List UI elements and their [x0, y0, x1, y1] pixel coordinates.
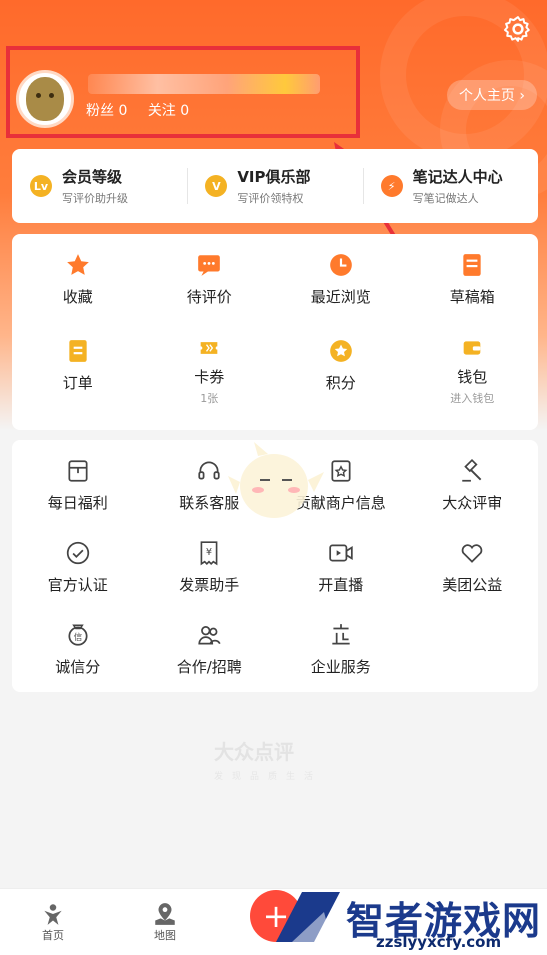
pending-review-entry[interactable]: 待评价	[144, 234, 276, 320]
member-level-entry[interactable]: Lv 会员等级 写评价助升级	[12, 166, 187, 206]
vip-title: 笔记达人中心	[412, 168, 503, 186]
tab-map[interactable]: 地图	[152, 901, 178, 943]
credit-score-entry[interactable]: 信 诚信分	[12, 604, 144, 686]
draft-box-icon	[463, 254, 481, 276]
invoice-icon: ¥	[200, 541, 218, 566]
cell-label: 企业服务	[310, 658, 371, 676]
points-entry[interactable]: 积分	[275, 320, 407, 406]
order-icon	[69, 340, 87, 362]
vip-badge-icon: V	[205, 175, 228, 197]
level-badge-icon: Lv	[30, 175, 52, 197]
cell-label: 订单	[62, 374, 93, 392]
cell-label: 大众评审	[442, 494, 503, 512]
vip-subtitle: 写评价助升级	[62, 192, 128, 205]
map-pin-icon	[155, 903, 175, 925]
cell-label: 每日福利	[47, 494, 108, 512]
svg-text:¥: ¥	[206, 547, 212, 558]
membership-card: Lv 会员等级 写评价助升级 V VIP俱乐部 写评价领特权 ⚡ 笔记达人中心 …	[12, 149, 538, 223]
invoice-helper-entry[interactable]: ¥ 发票助手	[144, 522, 276, 604]
cell-label: 积分	[325, 374, 356, 392]
clock-icon	[329, 254, 352, 276]
brand-slogan: 发现品质生活	[214, 772, 323, 782]
lightning-icon: ⚡	[380, 175, 403, 197]
star-icon	[66, 254, 89, 275]
cell-label: 官方认证	[47, 576, 108, 594]
cell-label: 卡券	[194, 368, 225, 386]
headset-icon	[198, 461, 220, 480]
recent-browse-entry[interactable]: 最近浏览	[275, 234, 407, 320]
daily-welfare-entry[interactable]: 每日福利	[12, 440, 144, 522]
favorites-entry[interactable]: 收藏	[12, 234, 144, 320]
charity-entry[interactable]: 美团公益	[407, 522, 539, 604]
cell-label: 合作/招聘	[176, 658, 242, 676]
enterprise-service-entry[interactable]: 企业服务	[275, 604, 407, 686]
tab-label: 地图	[154, 929, 176, 942]
gift-box-icon	[68, 460, 88, 482]
tab-label: 首页	[42, 929, 64, 942]
check-circle-icon	[66, 541, 89, 565]
tab-home[interactable]: 首页	[40, 901, 66, 943]
gavel-icon	[462, 458, 482, 482]
cell-sublabel: 进入钱包	[450, 392, 495, 405]
heart-hands-icon	[461, 544, 483, 563]
people-icon	[198, 626, 221, 645]
wallet-icon	[463, 341, 481, 355]
wallet-entry[interactable]: 钱包 进入钱包	[407, 320, 539, 406]
comment-icon	[198, 255, 221, 276]
video-camera-icon	[329, 544, 353, 562]
watermark-url: zzslyyxcfy.com	[376, 933, 502, 951]
settings-gear-icon[interactable]	[503, 14, 533, 44]
home-tab-icon	[44, 904, 62, 925]
cell-label: 草稿箱	[449, 288, 495, 306]
cell-label: 美团公益	[442, 576, 503, 594]
vip-subtitle: 写笔记做达人	[412, 192, 479, 205]
vip-title: 会员等级	[62, 168, 123, 186]
cell-label: 收藏	[62, 288, 93, 306]
highlight-box	[6, 46, 360, 138]
cell-label: 最近浏览	[310, 288, 371, 306]
credit-badge-icon: 信	[68, 624, 88, 646]
live-stream-entry[interactable]: 开直播	[275, 522, 407, 604]
cell-label: 开直播	[318, 576, 364, 594]
dianping-brand-logo: 大众点评 发现品质生活	[214, 736, 344, 782]
coupons-entry[interactable]: 卡券 1张	[144, 320, 276, 406]
svg-text:信: 信	[73, 631, 82, 643]
public-review-entry[interactable]: 大众评审	[407, 440, 539, 522]
cell-label: 待评价	[186, 288, 232, 306]
cell-sublabel: 1张	[200, 392, 219, 405]
orders-entry[interactable]: 订单	[12, 320, 144, 406]
official-verify-entry[interactable]: 官方认证	[12, 522, 144, 604]
brand-name: 大众点评	[214, 740, 294, 764]
cell-label: 诚信分	[55, 658, 101, 676]
points-medal-icon	[329, 340, 352, 362]
cell-label: 发票助手	[179, 576, 240, 594]
note-expert-entry[interactable]: ⚡ 笔记达人中心 写笔记做达人	[362, 166, 538, 206]
vip-subtitle: 写评价领特权	[237, 192, 304, 205]
my-assets-card: 收藏 待评价 最近浏览 草稿箱 订单 卡券 1张 积分 钱包 进入钱包	[12, 234, 538, 430]
shop-star-icon	[331, 460, 351, 482]
enterprise-icon	[332, 624, 350, 645]
ticket-icon	[200, 342, 218, 354]
vip-title: VIP俱乐部	[237, 168, 311, 186]
cooperation-recruit-entry[interactable]: 合作/招聘	[144, 604, 276, 686]
drafts-entry[interactable]: 草稿箱	[407, 234, 539, 320]
mascot-sticker-icon	[228, 442, 324, 518]
cell-label: 钱包	[457, 368, 488, 386]
vip-club-entry[interactable]: V VIP俱乐部 写评价领特权	[187, 166, 362, 206]
personal-homepage-button[interactable]: 个人主页 ›	[446, 80, 537, 110]
